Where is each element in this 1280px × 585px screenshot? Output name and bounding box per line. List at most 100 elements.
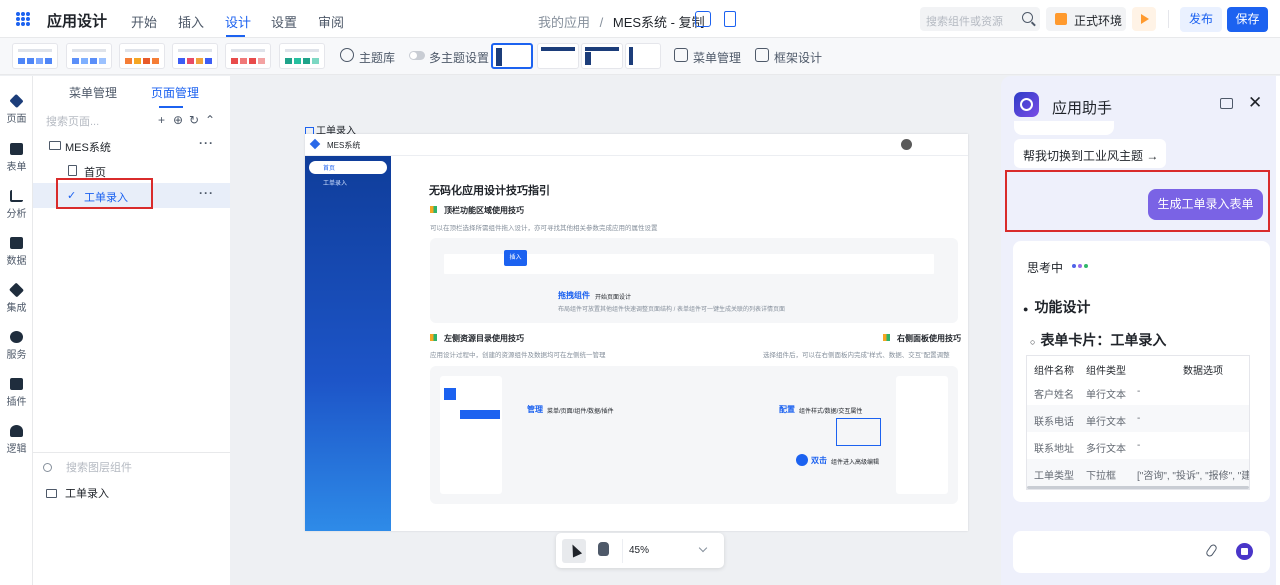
publish-button[interactable]: 发布	[1180, 7, 1222, 32]
service-icon	[10, 331, 23, 343]
theme-swatch[interactable]	[12, 43, 58, 69]
theme-swatch[interactable]	[119, 43, 165, 69]
theme-swatch[interactable]	[225, 43, 271, 69]
generate-form-button[interactable]: 生成工单录入表单	[1148, 189, 1263, 220]
table-scrollbar[interactable]	[1027, 486, 1249, 489]
env-button[interactable]: 正式环境	[1046, 7, 1126, 31]
section-icon	[430, 334, 437, 341]
layout-top-nav[interactable]	[537, 43, 579, 69]
sec2-title: 左侧资源目录使用技巧	[444, 334, 524, 343]
rail-pages[interactable]: 页面	[0, 93, 33, 125]
suggestion-text: 帮我切换到工业风主题 →	[1023, 149, 1159, 163]
frame-design-button[interactable]: 框架设计	[774, 49, 822, 66]
rail-integration[interactable]: 集成	[0, 282, 33, 314]
menu-settings[interactable]: 设置	[271, 12, 297, 31]
rail-analysis[interactable]: 分析	[0, 190, 33, 220]
assistant-title: 应用助手	[1052, 100, 1113, 117]
search-icon	[43, 463, 52, 472]
add-folder-icon[interactable]: ⊕	[173, 113, 183, 127]
layer-search-placeholder: 搜索图层组件	[66, 462, 132, 474]
save-button[interactable]: 保存	[1227, 7, 1268, 32]
theme-swatch[interactable]	[279, 43, 325, 69]
page-search-input[interactable]: 搜索页面...	[46, 113, 99, 129]
env-icon	[1055, 13, 1067, 25]
guide-title: 无码化应用设计技巧指引	[429, 185, 550, 197]
breadcrumb-current: MES系统 - 复制	[612, 15, 705, 30]
stop-button[interactable]	[1236, 543, 1253, 560]
theme-swatch[interactable]	[172, 43, 218, 69]
layout-top-left-nav[interactable]	[581, 43, 623, 69]
history-icon[interactable]	[1220, 98, 1233, 109]
divider	[1168, 10, 1169, 28]
layer-icon	[46, 489, 57, 498]
search-icon[interactable]	[1022, 12, 1033, 23]
layout-slim-nav[interactable]	[625, 43, 661, 69]
close-icon[interactable]: ✕	[1248, 93, 1262, 113]
mobile-preview-icon[interactable]	[724, 11, 736, 27]
search-input[interactable]: 搜索组件或资源	[920, 7, 1040, 31]
suggestion-chip[interactable]: 帮我切换到工业风主题 →	[1014, 139, 1166, 168]
form-icon	[10, 143, 23, 155]
logic-icon	[10, 425, 23, 437]
table-cell: 多行文本	[1086, 444, 1126, 455]
zoom-select[interactable]: 45%	[622, 539, 716, 563]
layer-item[interactable]: 工单录入	[46, 485, 109, 501]
refresh-icon[interactable]: ↻	[189, 113, 199, 127]
more-icon[interactable]: ···	[199, 186, 214, 200]
add-page-icon[interactable]: +	[158, 113, 165, 127]
layout-left-nav[interactable]	[491, 43, 533, 69]
divider	[33, 452, 230, 453]
rail-data[interactable]: 数据	[0, 237, 33, 267]
table-row: 联系电话 单行文本 -	[1027, 405, 1249, 432]
folder-icon	[49, 141, 61, 150]
attachment-icon[interactable]	[1204, 543, 1219, 558]
rail-logic[interactable]: 逻辑	[0, 425, 33, 455]
table-row: 工单类型 下拉框 ["咨询", "投诉", "报修", "建	[1027, 459, 1250, 486]
rail-plugin[interactable]: 插件	[0, 378, 33, 408]
active-menu-underline	[226, 35, 245, 37]
preview-play-icon[interactable]	[1132, 7, 1156, 31]
select-cursor-icon[interactable]	[562, 539, 586, 563]
assistant-logo-icon	[1014, 92, 1039, 117]
panel-scrollbar[interactable]	[1276, 76, 1280, 585]
frame-design-icon[interactable]	[755, 48, 769, 62]
table-row: 客户姓名 单行文本 -	[1027, 378, 1249, 405]
pc-preview-icon[interactable]	[695, 11, 711, 27]
hand-pan-icon[interactable]	[598, 542, 609, 556]
table-cell: 工单类型	[1034, 471, 1074, 482]
dblclick-sub: 组件进入高级编辑	[831, 460, 880, 466]
collapse-icon[interactable]: ⌃	[205, 113, 215, 127]
menu-insert[interactable]: 插入	[178, 12, 204, 31]
menu-review[interactable]: 审阅	[318, 12, 344, 31]
rail-label: 页面	[6, 114, 27, 125]
menu-start[interactable]: 开始	[131, 12, 157, 31]
rail-service[interactable]: 服务	[0, 331, 33, 361]
more-icon[interactable]: ···	[199, 136, 214, 150]
loading-dot	[1084, 264, 1088, 268]
assistant-input[interactable]	[1013, 531, 1270, 573]
menu-manage-button[interactable]: 菜单管理	[693, 49, 741, 66]
drag-desc: 布局组件可放置其他组件快速调整页面结构 / 表单组件可一键生成关联的列表详情页面	[558, 307, 786, 313]
theme-library-icon[interactable]	[340, 48, 354, 62]
table-cell: ["咨询", "投诉", "报修", "建	[1137, 471, 1250, 482]
rail-forms[interactable]: 表单	[0, 143, 33, 173]
form-card-heading: ○ 表单卡片：工单录入	[1030, 332, 1167, 348]
page-preview-frame[interactable]: MES系统 首页 工单录入 无码化应用设计技巧指引 顶栏功能区域使用技巧 可以在…	[305, 134, 968, 531]
tab-page-manage[interactable]: 页面管理	[151, 84, 199, 101]
theme-library-button[interactable]: 主题库	[359, 49, 395, 66]
insert-tag: 插入	[504, 250, 527, 266]
tree-folder-mes[interactable]: MES系统 ···	[33, 133, 230, 158]
section-icon	[430, 206, 437, 213]
table-cell: -	[1137, 440, 1141, 451]
multi-theme-toggle[interactable]	[409, 51, 425, 60]
top-bar: 应用设计 开始 插入 设计 设置 审阅 我的应用 / MES系统 - 复制 搜索…	[0, 0, 1280, 38]
table-cell: 单行文本	[1086, 390, 1126, 401]
app-grid-icon[interactable]	[16, 12, 30, 26]
theme-swatch[interactable]	[66, 43, 112, 69]
rail-label: 服务	[6, 350, 27, 361]
layer-search-input[interactable]: 搜索图层组件	[43, 459, 132, 475]
menu-design[interactable]: 设计	[225, 12, 251, 31]
menu-manage-icon[interactable]	[674, 48, 688, 62]
tab-menu-manage[interactable]: 菜单管理	[69, 84, 117, 101]
breadcrumb-parent[interactable]: 我的应用	[538, 15, 590, 30]
